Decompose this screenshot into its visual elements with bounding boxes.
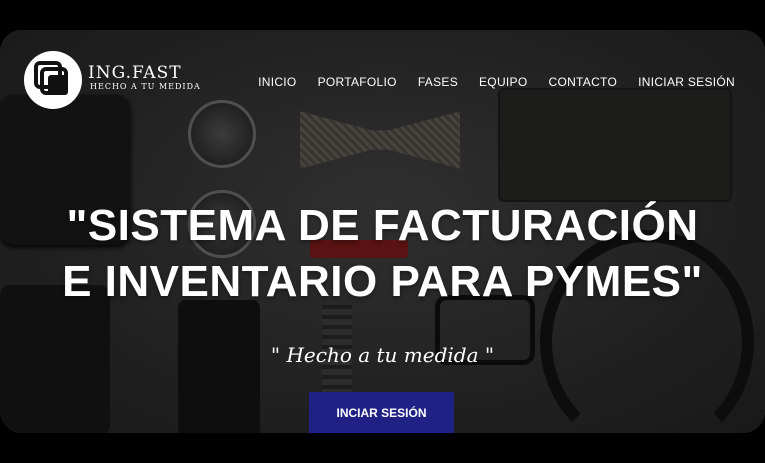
nav-item-equipo[interactable]: EQUIPO xyxy=(479,75,527,89)
stacked-squares-logo-icon xyxy=(34,61,68,95)
brand-tagline: HECHO A TU MEDIDA xyxy=(90,82,201,91)
hero-headline: "SISTEMA DE FACTURACIÓN E INVENTARIO PAR… xyxy=(0,198,765,310)
hero-subtitle: " Hecho a tu medida " xyxy=(270,343,495,367)
hero-section: ING.FAST HECHO A TU MEDIDA INICIO PORTAF… xyxy=(0,30,765,433)
hero-headline-line2: E INVENTARIO PARA PYMES" xyxy=(62,257,703,306)
nav-item-iniciar-sesion[interactable]: INICIAR SESIÓN xyxy=(638,75,735,89)
nav-item-fases[interactable]: FASES xyxy=(418,75,458,89)
main-nav: INICIO PORTAFOLIO FASES EQUIPO CONTACTO … xyxy=(258,75,735,89)
brand-logo[interactable] xyxy=(24,51,82,109)
nav-item-inicio[interactable]: INICIO xyxy=(258,75,296,89)
brand-text: ING.FAST HECHO A TU MEDIDA xyxy=(88,64,201,91)
nav-item-portafolio[interactable]: PORTAFOLIO xyxy=(318,75,397,89)
nav-item-contacto[interactable]: CONTACTO xyxy=(548,75,617,89)
hero-headline-line1: "SISTEMA DE FACTURACIÓN xyxy=(66,201,699,250)
brand-name: ING.FAST xyxy=(88,63,182,83)
login-button[interactable]: INCIAR SESIÓN xyxy=(309,392,454,433)
